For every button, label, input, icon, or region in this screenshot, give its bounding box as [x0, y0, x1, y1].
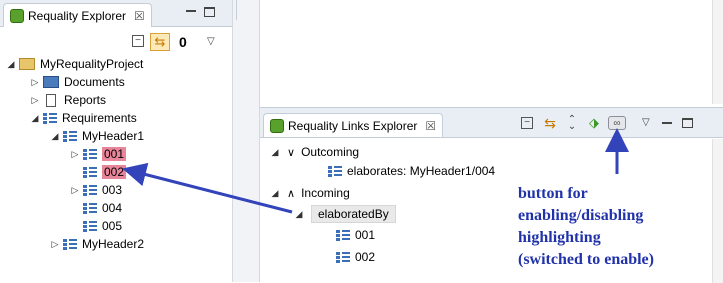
tree-item-header1[interactable]: ◢ MyHeader1	[50, 127, 145, 145]
maximize-icon[interactable]	[682, 118, 693, 128]
tag-icon[interactable]: ⬗	[586, 115, 602, 131]
collapsed-arrow-icon[interactable]: ▷	[30, 95, 40, 106]
requality-explorer-panel: Requality Explorer ☒ − ⇆ 0 ▽ ◢ MyRequali…	[0, 0, 232, 282]
header1-label: MyHeader1	[82, 129, 145, 143]
incoming-item-label: 001	[355, 228, 376, 242]
requirement-icon	[328, 165, 342, 178]
requirement-icon	[63, 238, 77, 251]
expanded-arrow-icon[interactable]: ◢	[270, 188, 280, 199]
collapsed-arrow-icon[interactable]: ▷	[70, 185, 80, 196]
tree-item-requirements[interactable]: ◢ Requirements	[30, 109, 137, 127]
tree-item-documents[interactable]: ▷ Documents	[30, 73, 125, 91]
expanded-arrow-icon[interactable]: ◢	[6, 59, 16, 70]
requirements-label: Requirements	[62, 111, 137, 125]
expanded-arrow-icon[interactable]: ◢	[30, 113, 40, 124]
expand-collapse-icon[interactable]: ⌃ ⌄	[564, 115, 580, 132]
requirement-icon	[336, 229, 350, 242]
requirement-icon	[63, 130, 77, 143]
minimize-icon[interactable]	[186, 10, 196, 12]
project-label: MyRequalityProject	[40, 57, 144, 71]
requirement-icon	[83, 166, 97, 179]
item-label-highlighted: 001	[102, 147, 127, 161]
tree-item-005[interactable]: 005	[70, 217, 122, 235]
reports-label: Reports	[64, 93, 107, 107]
tab-label: Requality Explorer	[28, 8, 127, 23]
incoming-group-row[interactable]: ◢ elaboratedBy	[294, 205, 396, 223]
sash-line	[236, 0, 237, 20]
requality-icon	[270, 118, 284, 133]
requality-icon	[10, 8, 24, 23]
links-scrollbar[interactable]	[712, 139, 723, 283]
close-icon[interactable]: ☒	[425, 119, 436, 133]
tab-label: Requality Links Explorer	[288, 118, 418, 133]
panel-sash[interactable]	[232, 0, 260, 282]
documents-label: Documents	[64, 75, 125, 89]
requirement-icon	[83, 184, 97, 197]
annotation-line: button for	[518, 185, 588, 202]
collapse-all-icon[interactable]: −	[521, 117, 533, 129]
tree-item-002[interactable]: 002	[70, 163, 127, 181]
outcoming-label: Outcoming	[301, 145, 360, 159]
collapsed-arrow-icon[interactable]: ▷	[50, 239, 60, 250]
incoming-row[interactable]: ◢ ∧ Incoming	[270, 184, 350, 202]
requirement-icon	[83, 220, 97, 233]
tab-links-explorer[interactable]: Requality Links Explorer ☒	[263, 113, 444, 137]
tree-item-001[interactable]: ▷ 001	[70, 145, 127, 163]
incoming-item-label: 002	[355, 250, 376, 264]
item-label: 003	[102, 183, 123, 197]
link-with-editor-icon[interactable]: ⇆	[150, 33, 170, 51]
outcoming-row[interactable]: ◢ ∨ Outcoming	[270, 143, 360, 161]
tree-item-header2[interactable]: ▷ MyHeader2	[50, 235, 145, 253]
outcoming-item-label: elaborates: MyHeader1/004	[347, 164, 496, 178]
minimize-icon[interactable]	[662, 122, 672, 124]
view-menu-icon[interactable]: ▽	[207, 36, 215, 47]
collapsed-arrow-icon[interactable]: ▷	[70, 149, 80, 160]
report-icon	[46, 93, 56, 107]
link-with-editor-icon[interactable]: ⇆	[542, 115, 558, 131]
requirement-icon	[83, 148, 97, 161]
incoming-group-label: elaboratedBy	[311, 205, 396, 223]
annotation-text: button for enabling/disabling highlighti…	[518, 183, 654, 271]
outcoming-item[interactable]: elaborates: MyHeader1/004	[328, 162, 495, 180]
requirements-icon	[43, 112, 57, 125]
incoming-item-002[interactable]: 002	[336, 248, 375, 266]
editor-scrollbar[interactable]	[712, 0, 723, 104]
annotation-line: (switched to enable)	[518, 251, 654, 268]
close-icon[interactable]: ☒	[134, 9, 145, 23]
maximize-icon[interactable]	[204, 7, 215, 17]
expanded-arrow-icon[interactable]: ◢	[294, 209, 304, 220]
chevron-down-icon: ∨	[287, 146, 296, 159]
item-label-highlighted: 002	[102, 165, 127, 179]
tree-item-004[interactable]: 004	[70, 199, 122, 217]
expanded-arrow-icon[interactable]: ◢	[270, 147, 280, 158]
highlight-toggle-icon[interactable]: ∞	[608, 116, 626, 130]
tab-requality-explorer[interactable]: Requality Explorer ☒	[3, 3, 152, 27]
collapse-all-icon[interactable]: −	[132, 35, 144, 47]
editor-area	[260, 0, 723, 104]
collapsed-arrow-icon[interactable]: ▷	[30, 77, 40, 88]
tree-item-project[interactable]: ◢ MyRequalityProject	[6, 55, 144, 73]
requirement-icon	[83, 202, 97, 215]
requirement-icon	[336, 251, 350, 264]
header2-label: MyHeader2	[82, 237, 145, 251]
annotation-line: highlighting	[518, 229, 601, 246]
item-label: 004	[102, 201, 123, 215]
folder-open-icon	[19, 58, 35, 70]
chevron-up-icon: ∧	[287, 187, 296, 200]
tree-item-reports[interactable]: ▷ Reports	[30, 91, 107, 109]
tree-item-003[interactable]: ▷ 003	[70, 181, 123, 199]
item-label: 005	[102, 219, 123, 233]
counter-value: 0	[179, 34, 187, 50]
expanded-arrow-icon[interactable]: ◢	[50, 131, 60, 142]
view-menu-icon[interactable]: ▽	[642, 117, 650, 128]
incoming-item-001[interactable]: 001	[336, 226, 375, 244]
incoming-label: Incoming	[301, 186, 350, 200]
folder-icon	[43, 76, 59, 88]
annotation-line: enabling/disabling	[518, 207, 644, 224]
